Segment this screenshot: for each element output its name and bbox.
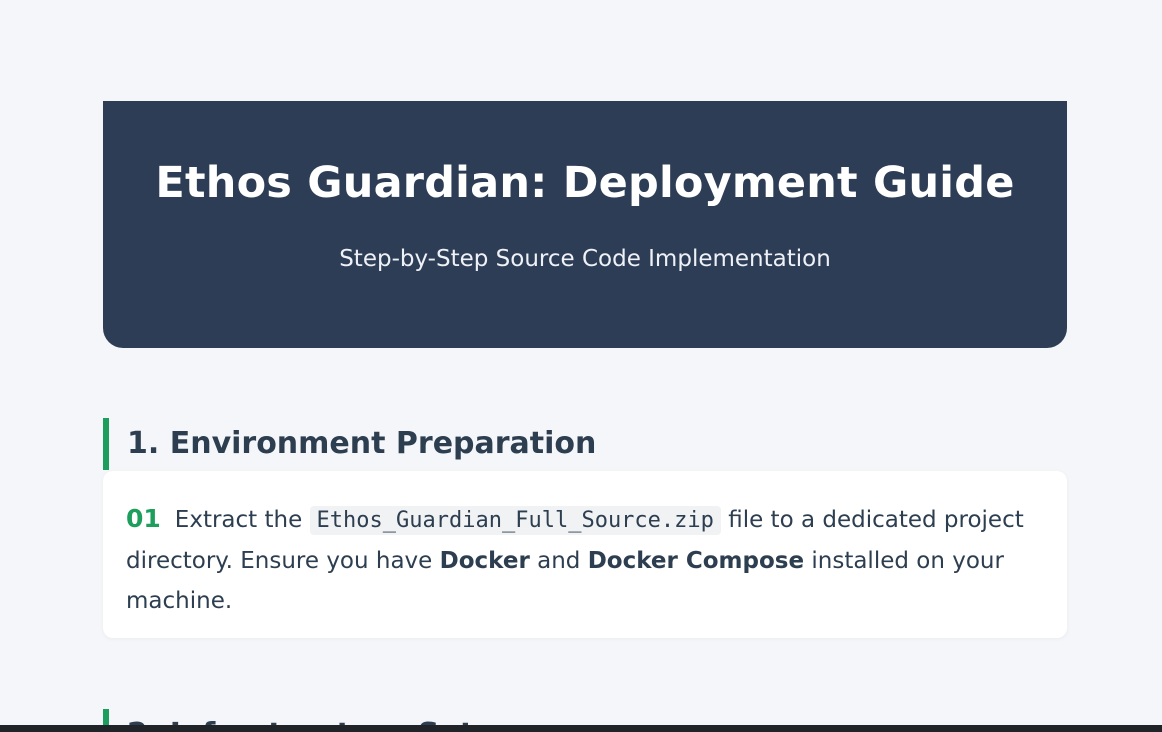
page: Ethos Guardian: Deployment Guide Step-by… [0, 0, 1162, 732]
section-heading-environment-preparation: 1. Environment Preparation [103, 417, 596, 470]
step-text-segment: and [529, 548, 588, 574]
bottom-bar [0, 725, 1162, 732]
docker-term: Docker [439, 548, 530, 574]
hero-banner: Ethos Guardian: Deployment Guide Step-by… [103, 101, 1067, 348]
page-title: Ethos Guardian: Deployment Guide [155, 158, 1015, 208]
page-subtitle: Step-by-Step Source Code Implementation [339, 246, 831, 272]
docker-compose-term: Docker Compose [587, 548, 805, 574]
step-text: 01 Extract the Ethos_Guardian_Full_Source… [126, 499, 1044, 621]
step-card: 01 Extract the Ethos_Guardian_Full_Source… [103, 471, 1067, 638]
step-text-segment: Extract the [174, 507, 310, 533]
filename-code: Ethos_Guardian_Full_Source.zip [309, 506, 721, 535]
step-number: 01 [126, 504, 161, 533]
